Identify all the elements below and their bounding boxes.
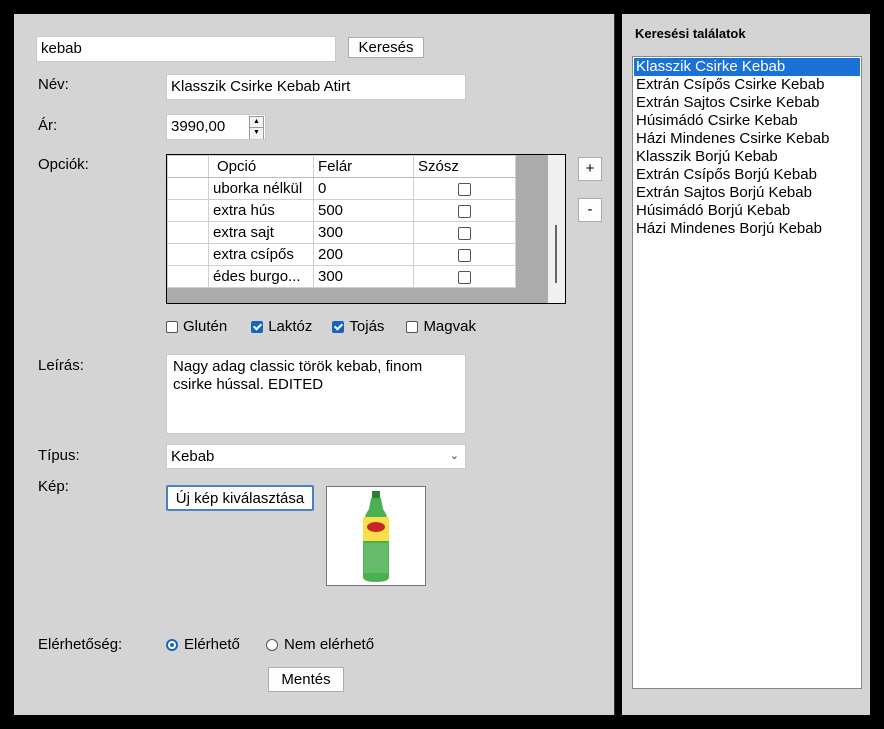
column-header-option[interactable]: Opció [208,155,314,178]
sauce-cell[interactable] [413,177,516,200]
type-label: Típus: [38,447,80,464]
option-cell[interactable]: uborka nélkül [208,177,314,200]
allergen-label: Glutén [183,318,228,335]
allergen-label: Tojás [349,318,385,335]
options-header-row: Opció Felár Szósz [167,155,516,178]
available-label: Elérhető [184,636,240,653]
list-item[interactable]: Extrán Csípős Csirke Kebab [634,76,860,94]
option-cell[interactable]: extra sajt [208,221,314,244]
row-header-corner [167,155,209,178]
row-header[interactable] [167,243,209,266]
allergen-checkbox-0[interactable]: Glutén [166,318,227,335]
surcharge-cell[interactable]: 300 [313,265,414,288]
allergen-label: Laktóz [268,318,313,335]
sauce-cell[interactable] [413,265,516,288]
checkbox-icon[interactable] [251,321,264,333]
results-list[interactable]: Klasszik Csirke Kebab Extrán Csípős Csirk… [632,56,862,689]
sauce-cell[interactable] [413,221,516,244]
sauce-checkbox[interactable] [458,226,471,240]
sauce-checkbox[interactable] [458,204,471,218]
remove-option-button[interactable]: - [578,198,602,222]
image-label: Kép: [38,478,69,495]
product-image [326,486,426,586]
row-header[interactable] [167,265,209,288]
column-header-surcharge[interactable]: Felár [313,155,414,178]
allergen-checkbox-2[interactable]: Tojás [332,318,384,335]
list-item[interactable]: Húsimádó Csirke Kebab [634,112,860,130]
table-row[interactable]: édes burgo... 300 [167,265,516,288]
add-option-button[interactable]: + [578,157,602,181]
surcharge-cell[interactable]: 500 [313,199,414,222]
type-select[interactable]: Kebab ⌄ [166,444,466,469]
options-label: Opciók: [38,156,89,173]
surcharge-cell[interactable]: 0 [313,177,414,200]
name-field[interactable]: Klasszik Csirke Kebab Atirt [166,74,466,100]
list-item[interactable]: Húsimádó Borjú Kebab [634,202,860,220]
checkbox-icon[interactable] [332,321,345,333]
editor-panel: kebab Keresés Név: Klasszik Csirke Kebab… [14,14,615,715]
bottle-icon [363,491,389,582]
availability-label: Elérhetőség: [38,636,123,653]
price-value: 3990,00 [171,118,226,135]
options-scrollbar[interactable] [548,155,565,303]
not-available-label: Nem elérhető [284,636,375,653]
list-item[interactable]: Extrán Csípős Borjú Kebab [634,166,860,184]
row-header[interactable] [167,221,209,244]
not-available-radio[interactable]: Nem elérhető [266,636,374,653]
list-item[interactable]: Extrán Sajtos Borjú Kebab [634,184,860,202]
scroll-thumb[interactable] [555,225,557,283]
table-row[interactable]: uborka nélkül 0 [167,177,516,200]
checkbox-icon[interactable] [166,321,178,333]
options-table: Opció Felár Szósz uborka nélkül 0 extra hú… [167,155,516,288]
chevron-down-icon: ⌄ [449,450,459,462]
table-row[interactable]: extra sajt 300 [167,221,516,244]
name-label: Név: [38,76,69,93]
results-title: Keresési találatok [635,26,746,41]
price-label: Ár: [38,117,58,134]
table-row[interactable]: extra csípős 200 [167,243,516,266]
column-header-sauce[interactable]: Szósz [413,155,516,178]
results-panel: Keresési találatok Klasszik Csirke Kebab… [622,14,870,715]
option-cell[interactable]: extra hús [208,199,314,222]
description-field[interactable]: Nagy adag classic török kebab, finom csi… [166,354,466,434]
row-header[interactable] [167,199,209,222]
choose-image-button[interactable]: Új kép kiválasztása [166,485,314,511]
surcharge-cell[interactable]: 200 [313,243,414,266]
allergen-checkboxes: Glutén Laktóz Tojás Magvak [166,318,476,335]
not-available-radio-icon[interactable] [266,639,278,651]
sauce-cell[interactable] [413,199,516,222]
list-item[interactable]: Klasszik Borjú Kebab [634,148,860,166]
list-item[interactable]: Házi Mindenes Borjú Kebab [634,220,860,238]
row-header[interactable] [167,177,209,200]
allergen-label: Magvak [423,318,476,335]
search-button[interactable]: Keresés [348,37,424,58]
search-input[interactable]: kebab [36,36,336,62]
price-down-arrow-icon[interactable]: ▼ [249,127,264,139]
surcharge-cell[interactable]: 300 [313,221,414,244]
allergen-checkbox-1[interactable]: Laktóz [251,318,312,335]
description-label: Leírás: [38,357,84,374]
save-button[interactable]: Mentés [268,667,344,692]
list-item[interactable]: Klasszik Csirke Kebab [634,58,860,76]
table-row[interactable]: extra hús 500 [167,199,516,222]
options-grid[interactable]: Opció Felár Szósz uborka nélkül 0 extra hú… [166,154,566,304]
checkbox-icon[interactable] [406,321,419,333]
type-selected-value: Kebab [171,448,215,465]
available-radio-icon[interactable] [166,639,178,651]
available-radio[interactable]: Elérhető [166,636,240,653]
sauce-checkbox[interactable] [458,182,471,196]
list-item[interactable]: Házi Mindenes Csirke Kebab [634,130,860,148]
price-stepper[interactable]: 3990,00 ▲ ▼ [166,114,266,140]
option-cell[interactable]: extra csípős [208,243,314,266]
sauce-checkbox[interactable] [458,270,471,284]
list-item[interactable]: Extrán Sajtos Csirke Kebab [634,94,860,112]
option-cell[interactable]: édes burgo... [208,265,314,288]
sauce-cell[interactable] [413,243,516,266]
sauce-checkbox[interactable] [458,248,471,262]
allergen-checkbox-3[interactable]: Magvak [406,318,476,335]
